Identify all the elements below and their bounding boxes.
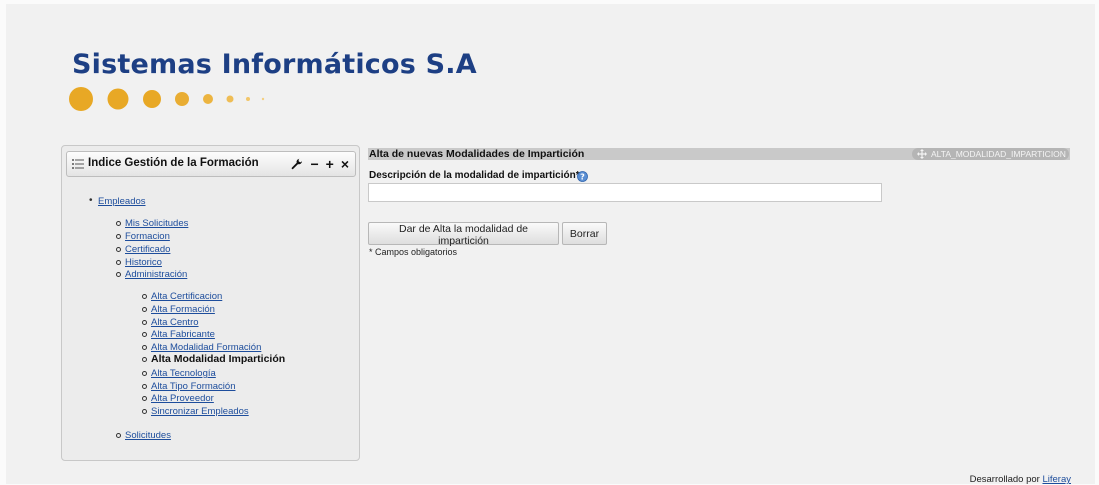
- minimize-icon[interactable]: −: [310, 155, 318, 173]
- nav-link-sincronizar-empleados[interactable]: Sincronizar Empleados: [151, 406, 249, 417]
- nav-link-alta-tipo-formacion[interactable]: Alta Tipo Formación: [151, 381, 235, 392]
- svg-text:?: ?: [580, 172, 585, 181]
- list-icon: [72, 159, 84, 169]
- company-logo-title: Sistemas Informáticos S.A: [72, 49, 477, 80]
- nav-current-alta-modalidad-imparticion: Alta Modalidad Impartición: [151, 353, 286, 365]
- logo-dots-image: [69, 87, 265, 111]
- nav-link-solicitudes[interactable]: Solicitudes: [125, 430, 171, 441]
- section-title: Alta de nuevas Modalidades de Impartició…: [369, 148, 585, 160]
- nav-link-empleados[interactable]: Empleados: [98, 196, 146, 207]
- footer: Desarrollado por Liferay: [970, 474, 1071, 485]
- required-fields-note: * Campos obligatorios: [369, 247, 458, 257]
- nav-link-formacion[interactable]: Formacion: [125, 231, 170, 242]
- portlet-id-text: ALTA_MODALIDAD_IMPARTICION: [931, 149, 1066, 159]
- add-icon[interactable]: +: [326, 155, 334, 173]
- nav-link-alta-tecnologia[interactable]: Alta Tecnología: [151, 368, 216, 379]
- description-field-label: Descripción de la modalidad de impartici…: [369, 170, 586, 181]
- nav-link-alta-certificacion[interactable]: Alta Certificacion: [151, 291, 222, 302]
- nav-link-alta-centro[interactable]: Alta Centro: [151, 317, 199, 328]
- nav-link-mis-solicitudes[interactable]: Mis Solicitudes: [125, 218, 188, 229]
- portlet-header: Indice Gestión de la Formación − + ×: [66, 151, 356, 177]
- move-icon[interactable]: [917, 149, 927, 159]
- portlet-id-badge[interactable]: ALTA_MODALIDAD_IMPARTICION: [912, 148, 1069, 160]
- portlet-actions: − + ×: [291, 155, 349, 173]
- nav-link-alta-formacion[interactable]: Alta Formación: [151, 304, 215, 315]
- nav-link-historico[interactable]: Historico: [125, 257, 162, 268]
- description-input[interactable]: [368, 183, 882, 202]
- nav-link-certificado[interactable]: Certificado: [125, 244, 170, 255]
- close-icon[interactable]: ×: [341, 155, 349, 173]
- portlet-title: Indice Gestión de la Formación: [88, 157, 259, 169]
- reset-button[interactable]: Borrar: [562, 222, 607, 245]
- footer-liferay-link[interactable]: Liferay: [1042, 474, 1071, 485]
- wrench-icon[interactable]: [291, 158, 303, 170]
- nav-link-alta-modalidad-formacion[interactable]: Alta Modalidad Formación: [151, 342, 261, 353]
- nav-link-alta-proveedor[interactable]: Alta Proveedor: [151, 393, 214, 404]
- help-icon[interactable]: ?: [577, 171, 588, 182]
- nav-link-alta-fabricante[interactable]: Alta Fabricante: [151, 329, 215, 340]
- submit-button[interactable]: Dar de Alta la modalidad de impartición: [368, 222, 559, 247]
- footer-text: Desarrollado por: [969, 474, 1040, 485]
- nav-link-administracion[interactable]: Administración: [125, 269, 187, 280]
